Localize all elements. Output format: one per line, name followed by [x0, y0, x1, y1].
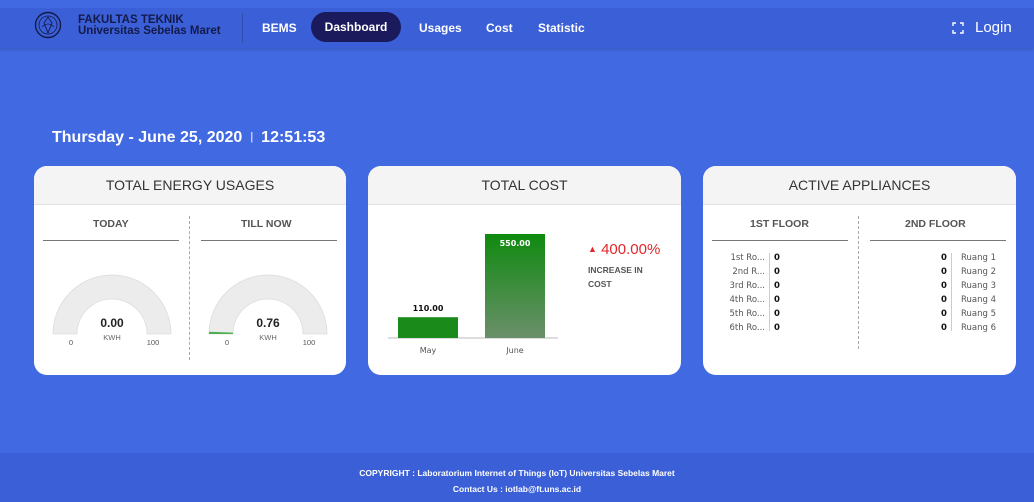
floor2-room-value: 0 [941, 253, 947, 263]
floor2-room-value: 0 [941, 281, 947, 291]
cost-bar-may [398, 317, 458, 338]
floor1-room-value: 0 [774, 253, 780, 263]
brand-line-2: Universitas Sebelas Maret [78, 25, 221, 37]
floor2-room-value: 0 [941, 267, 947, 277]
today-gauge-min: 0 [69, 338, 73, 347]
cost-bar-value-label: 110.00 [413, 304, 444, 313]
datetime-separator: | [250, 131, 254, 143]
today-gauge-value: 0.00 [100, 316, 124, 330]
cost-change-value: 400.00% [601, 241, 661, 258]
floor1-room-value: 0 [774, 267, 780, 277]
cost-change-label-2: COST [588, 279, 612, 289]
fullscreen-icon[interactable] [952, 22, 964, 34]
nav-usages[interactable]: Usages [419, 21, 462, 35]
floor2-label: 2ND FLOOR [905, 218, 966, 230]
nav-dashboard-label: Dashboard [324, 20, 388, 34]
footer-contact[interactable]: Contact Us : iotlab@ft.uns.ac.id [0, 484, 1034, 494]
floor1-label: 1ST FLOOR [750, 218, 809, 230]
nav-bems[interactable]: BEMS [262, 21, 297, 35]
total-cost-card: TOTAL COST 110.00 May 550.00 June ▲ 400.00%… [368, 166, 681, 375]
nav-cost[interactable]: Cost [486, 21, 513, 35]
footer-copyright: COPYRIGHT : Laboratorium Internet of Thi… [359, 468, 675, 478]
floor2-room-name: Ruang 6 [961, 323, 997, 333]
page-footer: COPYRIGHT : Laboratorium Internet of Thi… [0, 453, 1034, 502]
floor1-room-value: 0 [774, 309, 780, 319]
floor2-room-value: 0 [941, 295, 947, 305]
floor1-room-value: 0 [774, 281, 780, 291]
today-gauge-unit: KWH [103, 333, 121, 342]
cost-card-title: TOTAL COST [368, 166, 681, 205]
floor1-room-value: 0 [774, 323, 780, 333]
university-seal-icon[interactable] [34, 11, 62, 39]
today-label: TODAY [93, 218, 129, 230]
cost-chart-category-label: June [505, 346, 524, 355]
till-now-gauge: 0.76 KWH 0 100 [208, 274, 328, 347]
floor2-room-name: Ruang 3 [961, 281, 997, 291]
up-triangle-icon: ▲ [588, 244, 597, 254]
till-now-gauge-unit: KWH [259, 333, 277, 342]
login-link[interactable]: Login [975, 19, 1012, 36]
floor1-room-name: 3rd Ro... [729, 281, 765, 291]
brand-divider [242, 13, 243, 43]
energy-divider [189, 216, 190, 360]
cost-bar-chart: 110.00 May 550.00 June [388, 234, 558, 355]
today-rule [43, 240, 179, 241]
current-time: 12:51:53 [261, 129, 326, 146]
today-gauge-max: 100 [147, 338, 160, 347]
energy-card-title: TOTAL ENERGY USAGES [34, 166, 346, 205]
floor2-room-value: 0 [941, 323, 947, 333]
till-now-gauge-max: 100 [303, 338, 316, 347]
floor2-room-name: Ruang 2 [961, 267, 997, 277]
floor1-room-name: 4th Ro... [729, 295, 765, 305]
appliances-card-title: ACTIVE APPLIANCES [703, 166, 1016, 205]
current-datetime: Thursday - June 25, 2020 | 12:51:53 [52, 129, 325, 147]
cost-bar-june [485, 234, 545, 338]
floor2-room-name: Ruang 1 [961, 253, 997, 263]
floor1-value-divider [769, 253, 770, 331]
floor1-room-value: 0 [774, 295, 780, 305]
cost-change-percent: ▲ 400.00% [588, 241, 660, 258]
floor2-room-name: Ruang 5 [961, 309, 997, 319]
till-now-gauge-min: 0 [225, 338, 229, 347]
active-appliances-card: ACTIVE APPLIANCES 1ST FLOOR 2ND FLOOR 1s… [703, 166, 1016, 375]
floor2-room-value: 0 [941, 309, 947, 319]
floor1-room-name: 6th Ro... [729, 323, 765, 333]
till-now-gauge-value: 0.76 [256, 316, 280, 330]
appliances-divider [858, 216, 859, 349]
energy-usage-card: TOTAL ENERGY USAGES TODAY TILL NOW 0.00 … [34, 166, 346, 375]
nav-dashboard[interactable]: Dashboard [311, 12, 401, 42]
top-navbar: FAKULTAS TEKNIK Universitas Sebelas Mare… [0, 8, 1034, 48]
floor1-room-name: 5th Ro... [729, 309, 765, 319]
current-date: Thursday - June 25, 2020 [52, 129, 243, 146]
floor1-room-name: 1st Ro... [730, 253, 765, 263]
today-gauge: 0.00 KWH 0 100 [52, 274, 172, 347]
cost-chart-category-label: May [420, 346, 437, 355]
floor2-value-divider [951, 253, 952, 331]
cost-change-label-1: INCREASE IN [588, 265, 643, 275]
cost-bar-value-label: 550.00 [500, 239, 531, 248]
floor2-rule [870, 240, 1006, 241]
till-now-rule [201, 240, 337, 241]
brand-name[interactable]: FAKULTAS TEKNIK Universitas Sebelas Mare… [78, 14, 221, 37]
nav-statistic[interactable]: Statistic [538, 21, 585, 35]
floor1-rule [712, 240, 848, 241]
cost-change-label: INCREASE IN COST [588, 263, 643, 291]
till-now-label: TILL NOW [241, 218, 292, 230]
floor1-room-name: 2nd R... [732, 267, 765, 277]
floor2-room-name: Ruang 4 [961, 295, 997, 305]
